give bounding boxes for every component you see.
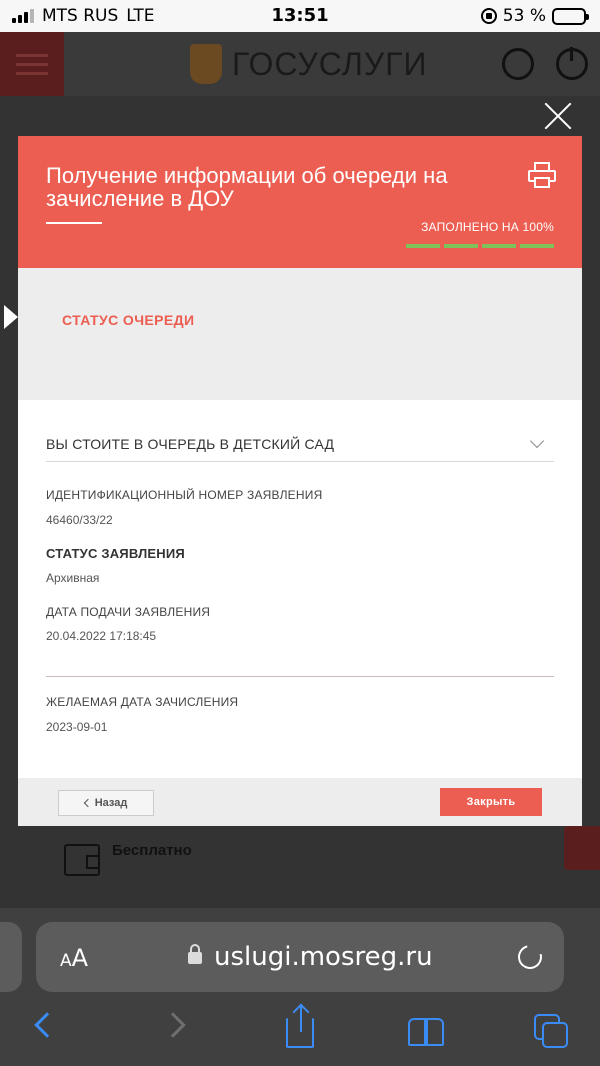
share-icon[interactable] (286, 1006, 314, 1048)
reload-icon[interactable] (513, 940, 547, 974)
progress-segment (482, 244, 516, 248)
back-button-label: Назад (94, 797, 128, 809)
modal-title: Получение информации об очереди на зачис… (46, 163, 448, 211)
back-button[interactable]: Назад (58, 790, 154, 816)
price-label: Бесплатно (112, 842, 192, 859)
status-bar-right: 53 % (480, 6, 589, 26)
chevron-down-icon (529, 433, 545, 449)
redaction-overlay (126, 502, 246, 526)
application-status-label: СТАТУС ЗАЯВЛЕНИЯ (46, 546, 185, 561)
divider (46, 676, 554, 677)
title-underline (46, 222, 102, 224)
previous-tab-preview[interactable] (0, 922, 22, 992)
application-status-value: Архивная (46, 571, 100, 585)
chevron-left-icon (83, 798, 92, 808)
site-title: ГОСУСЛУГИ (232, 46, 428, 82)
submission-date-label: ДАТА ПОДАЧИ ЗАЯВЛЕНИЯ (46, 605, 211, 619)
site-header: ГОСУСЛУГИ (0, 32, 600, 96)
battery-icon (552, 7, 589, 25)
modal-header: Получение информации об очереди на зачис… (18, 136, 582, 268)
battery-percent: 53 % (502, 6, 546, 26)
desired-date-value: 2023-09-01 (46, 720, 108, 734)
application-id-label: ИДЕНТИФИКАЦИОННЫЙ НОМЕР ЗАЯВЛЕНИЯ (46, 488, 323, 502)
queue-info-modal: Получение информации об очереди на зачис… (18, 136, 582, 826)
close-button[interactable]: Закрыть (440, 788, 542, 816)
desired-date-label: ЖЕЛАЕМАЯ ДАТА ЗАЧИСЛЕНИЯ (46, 695, 239, 709)
coat-of-arms-icon (190, 44, 222, 84)
address-bar[interactable]: AA uslugi.mosreg.ru (36, 922, 564, 992)
progress-segment (520, 244, 554, 248)
section-title: СТАТУС ОЧЕРЕДИ (62, 312, 195, 328)
chat-icon[interactable] (564, 826, 600, 870)
aa-big: A (71, 944, 89, 972)
status-section: СТАТУС ОЧЕРЕДИ (18, 268, 582, 400)
progress-segment (406, 244, 440, 248)
hamburger-menu-icon[interactable] (0, 32, 64, 96)
close-icon[interactable] (544, 102, 572, 130)
url-text[interactable]: uslugi.mosreg.ru (214, 942, 433, 972)
reader-settings-button[interactable]: AA (60, 944, 88, 972)
progress-bar (406, 244, 554, 248)
filled-status: ЗАПОЛНЕНО НА 100% (421, 220, 554, 234)
dropdown-label: ВЫ СТОИТЕ В ОЧЕРЕДЬ В ДЕТСКИЙ САД (46, 436, 335, 452)
aa-small: A (60, 951, 72, 971)
wallet-icon (64, 844, 100, 876)
status-bar: MTS RUS LTE 13:51 53 % (0, 0, 600, 32)
queue-type-dropdown[interactable]: ВЫ СТОИТЕ В ОЧЕРЕДЬ В ДЕТСКИЙ САД (46, 426, 554, 462)
bookmarks-icon[interactable] (408, 1018, 444, 1046)
submission-date-value: 20.04.2022 17:18:45 (46, 629, 157, 643)
lock-icon (188, 944, 202, 964)
progress-segment (444, 244, 478, 248)
power-icon[interactable] (556, 47, 588, 80)
orientation-lock-icon (480, 8, 497, 24)
printer-icon[interactable] (528, 162, 556, 188)
tabs-icon[interactable] (534, 1014, 570, 1050)
application-id-value: 46460/33/22 (46, 513, 113, 527)
modal-footer: Назад Закрыть (18, 778, 582, 826)
play-arrow-icon[interactable] (4, 305, 18, 329)
user-icon[interactable] (502, 48, 534, 80)
